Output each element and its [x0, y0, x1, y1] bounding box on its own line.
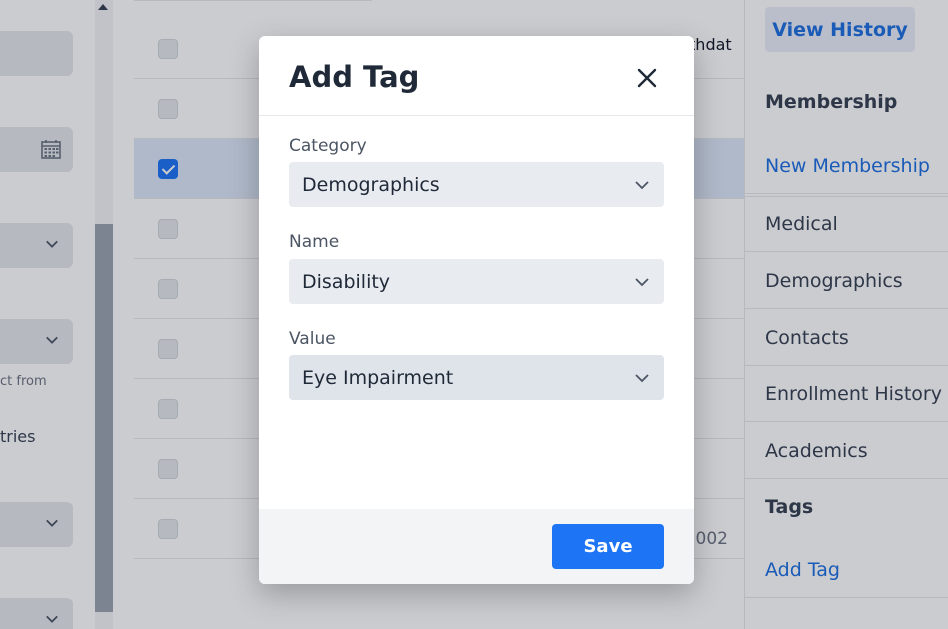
chevron-down-icon [635, 278, 649, 287]
value-select[interactable]: Eye Impairment [289, 355, 664, 400]
category-select[interactable]: Demographics [289, 162, 664, 207]
dialog-header: Add Tag [259, 36, 694, 116]
category-label: Category [289, 136, 367, 156]
name-label: Name [289, 232, 340, 252]
save-button[interactable]: Save [552, 524, 664, 569]
name-value: Disability [302, 270, 391, 293]
close-icon[interactable] [633, 64, 661, 92]
dialog-footer: Save [259, 509, 694, 584]
value-label: Value [289, 329, 336, 349]
category-value: Demographics [302, 173, 440, 196]
dialog-title: Add Tag [289, 60, 420, 94]
chevron-down-icon [635, 374, 649, 383]
chevron-down-icon [635, 181, 649, 190]
value-value: Eye Impairment [302, 366, 454, 389]
name-select[interactable]: Disability [289, 259, 664, 304]
add-tag-dialog: Add Tag Category Demographics Name Disab… [259, 36, 694, 584]
